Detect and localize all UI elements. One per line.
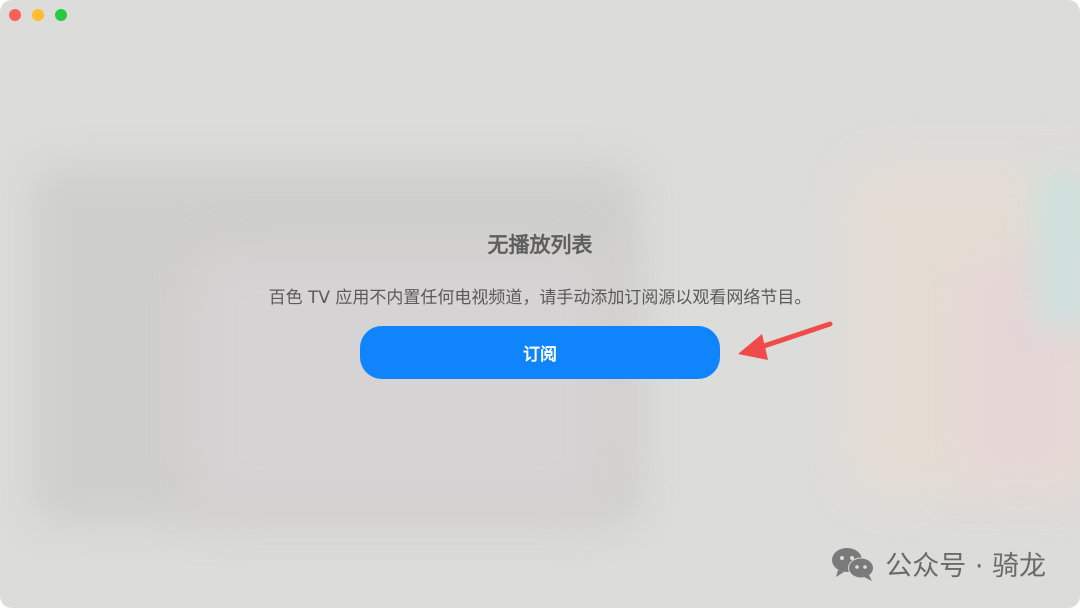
wechat-icon — [832, 547, 875, 581]
watermark: 公众号 · 骑龙 — [831, 544, 1046, 583]
window-close-button[interactable] — [9, 9, 21, 21]
pointer-arrow-icon — [738, 321, 833, 360]
window-minimize-button[interactable] — [32, 9, 44, 21]
app-window: 无播放列表 百色 TV 应用不内置任何电视频道，请手动添加订阅源以观看网络节目。… — [0, 0, 1080, 608]
window-maximize-button[interactable] — [55, 9, 67, 21]
subscribe-button[interactable]: 订阅 — [360, 326, 720, 379]
watermark-text: 公众号 · 骑龙 — [885, 551, 1046, 582]
empty-state-title: 无播放列表 — [487, 233, 593, 257]
empty-state-message: 百色 TV 应用不内置任何电视频道，请手动添加订阅源以观看网络节目。 — [268, 288, 812, 308]
